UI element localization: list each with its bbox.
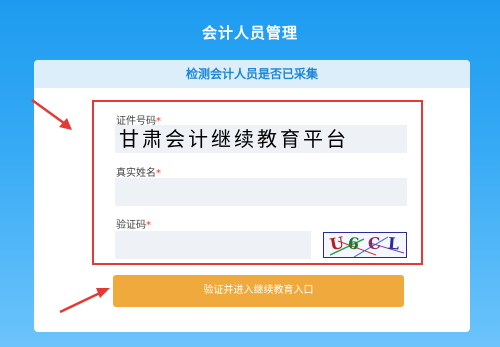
captcha-char: U (328, 232, 346, 255)
form-highlight-box: 证件号码* 甘肃会计继续教育平台 真实姓名* 验证码* U 6 C L (92, 100, 423, 265)
id-number-input[interactable]: 甘肃会计继续教育平台 (115, 125, 407, 153)
real-name-label: 真实姓名* (116, 168, 161, 179)
card-header: 检测会计人员是否已采集 (34, 60, 470, 88)
arrow-icon (31, 98, 72, 130)
captcha-input[interactable] (115, 231, 311, 259)
arrow-icon (59, 288, 110, 314)
verify-enter-button[interactable]: 验证并进入继续教育入口 (113, 275, 404, 307)
captcha-label: 验证码* (116, 220, 151, 231)
required-mark: * (146, 220, 151, 231)
captcha-char: L (387, 233, 401, 254)
captcha-char: C (367, 233, 382, 254)
real-name-input[interactable] (115, 178, 407, 206)
captcha-image[interactable]: U 6 C L (323, 232, 407, 258)
page-title: 会计人员管理 (201, 24, 298, 42)
